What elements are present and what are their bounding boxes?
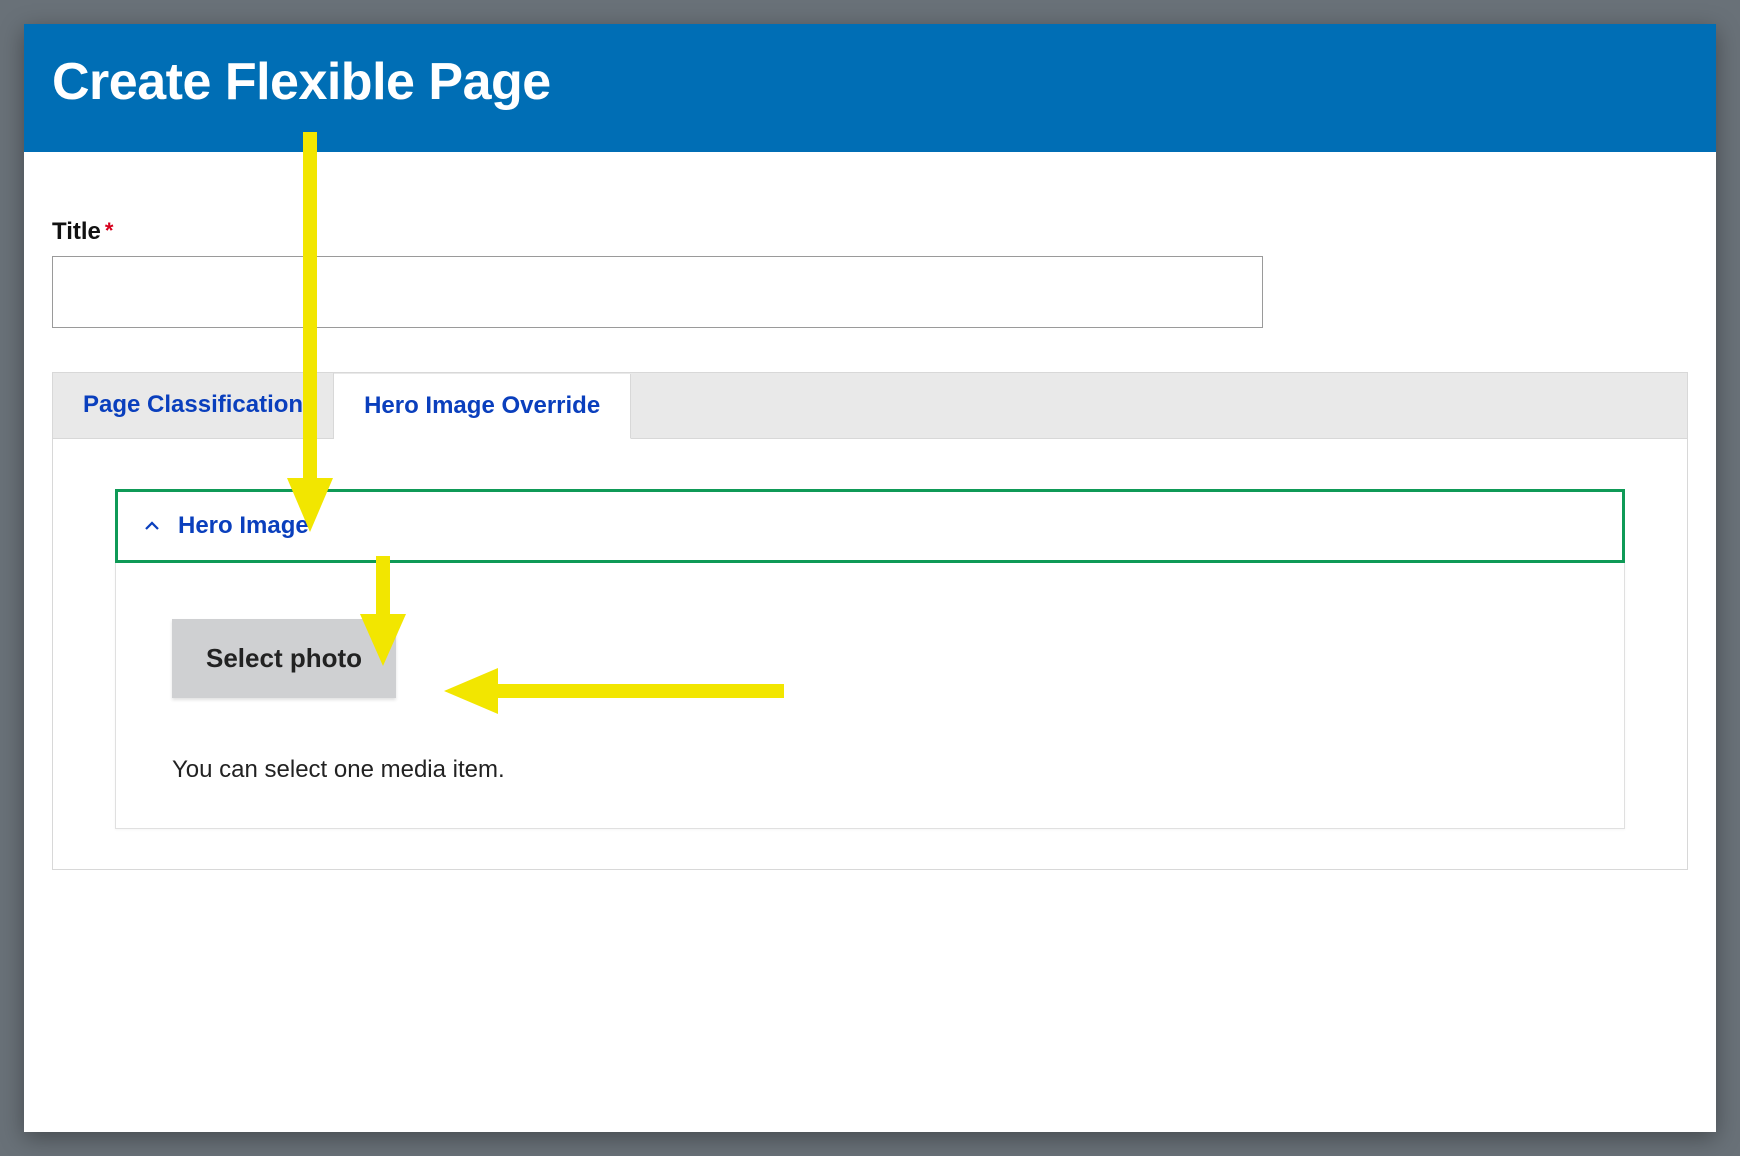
title-field-wrapper: Title* — [52, 218, 1688, 328]
hero-image-section-toggle[interactable]: Hero Image — [115, 489, 1625, 563]
select-photo-help-text: You can select one media item. — [172, 756, 1568, 784]
app-window: Create Flexible Page Title* Page Classif… — [24, 24, 1716, 1132]
required-indicator: * — [105, 218, 114, 243]
form-content: Title* Page Classification Hero Image Ov… — [24, 152, 1716, 890]
chevron-up-icon — [142, 516, 162, 536]
select-photo-button[interactable]: Select photo — [172, 619, 396, 698]
tabs-container: Page Classification Hero Image Override … — [52, 372, 1688, 870]
tab-hero-image-override[interactable]: Hero Image Override — [334, 374, 631, 439]
hero-image-section-body: Select photo You can select one media it… — [115, 563, 1625, 829]
tab-panel-hero-image-override: Hero Image Select photo You can select o… — [53, 439, 1687, 869]
title-label: Title — [52, 218, 101, 246]
tab-page-classification[interactable]: Page Classification — [53, 373, 334, 438]
tabs-bar: Page Classification Hero Image Override — [53, 373, 1687, 439]
page-header: Create Flexible Page — [24, 24, 1716, 152]
page-title: Create Flexible Page — [52, 52, 1688, 112]
title-input[interactable] — [52, 256, 1263, 328]
hero-image-section-title: Hero Image — [178, 512, 309, 540]
